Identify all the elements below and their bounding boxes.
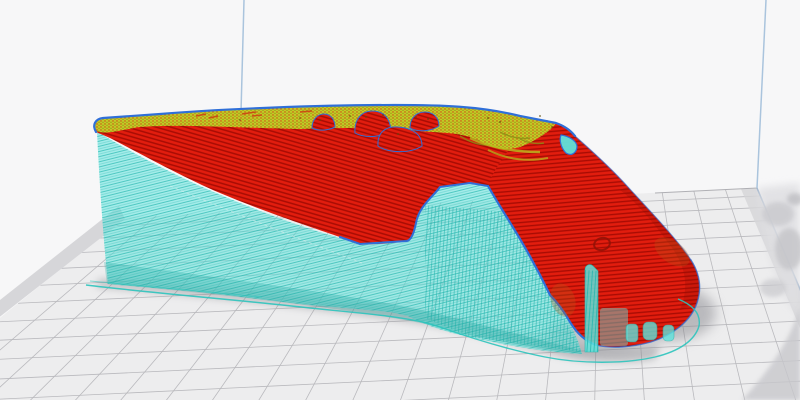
slicer-3d-viewport[interactable] (0, 0, 800, 400)
support-pillar[interactable] (663, 325, 674, 341)
support-pillar[interactable] (643, 322, 657, 340)
pillar-texture (585, 270, 598, 352)
support-pillar[interactable] (600, 308, 628, 346)
support-pillar[interactable] (626, 324, 638, 342)
skin-infill-mark (300, 111, 312, 112)
scene-canvas (0, 0, 800, 400)
